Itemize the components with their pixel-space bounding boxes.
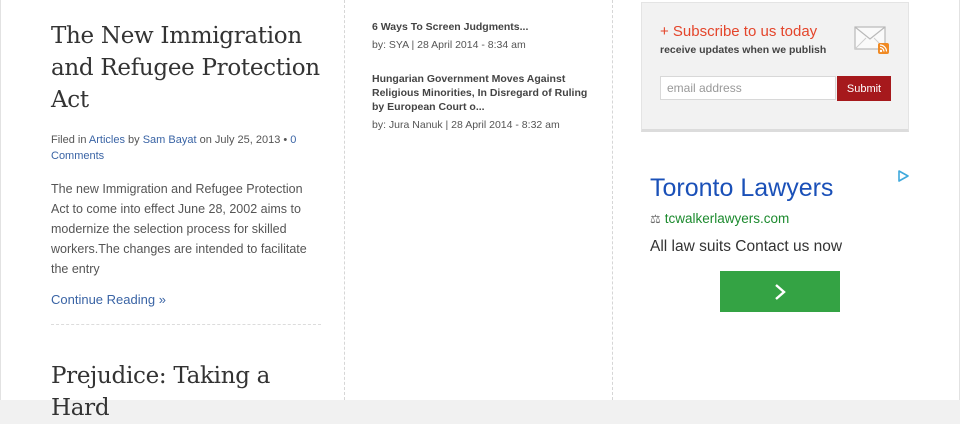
- meta-filed-in: Filed in: [51, 134, 89, 146]
- article-meta: Filed in Articles by Sam Bayat on July 2…: [51, 132, 321, 164]
- post-title-link[interactable]: 6 Ways To Screen Judgments...: [372, 20, 597, 34]
- author-link[interactable]: Sam Bayat: [143, 134, 197, 146]
- email-field[interactable]: [660, 76, 836, 100]
- page: The New Immigration and Refugee Protecti…: [0, 0, 960, 421]
- main-column: The New Immigration and Refugee Protecti…: [0, 0, 345, 421]
- ad-url[interactable]: ⚖ tcwalkerlawyers.com: [650, 211, 789, 226]
- recent-posts-column: 6 Ways To Screen Judgments... by: SYA | …: [345, 0, 613, 400]
- ad-description: All law suits Contact us now: [650, 238, 843, 255]
- article-title[interactable]: Prejudice: Taking a Hard: [51, 360, 321, 424]
- article-card: The New Immigration and Refugee Protecti…: [51, 20, 321, 307]
- subscribe-title: + Subscribe to us today: [660, 23, 818, 40]
- sidebar: + Subscribe to us today receive updates …: [613, 0, 960, 400]
- post-title-link[interactable]: Hungarian Government Moves Against Relig…: [372, 72, 597, 114]
- ad-choices-icon[interactable]: [897, 170, 909, 182]
- list-item: 6 Ways To Screen Judgments... by: SYA | …: [372, 20, 597, 51]
- list-item: Hungarian Government Moves Against Relig…: [372, 72, 597, 131]
- post-meta: by: Jura Nanuk | 28 April 2014 - 8:32 am: [372, 119, 560, 131]
- scales-icon: ⚖: [650, 212, 661, 226]
- subscribe-description: receive updates when we publish: [660, 44, 827, 56]
- chevron-right-icon: [775, 283, 786, 300]
- submit-button[interactable]: Submit: [837, 76, 891, 101]
- article-excerpt: The new Immigration and Refugee Protecti…: [51, 182, 307, 276]
- email-rss-icon: [854, 26, 889, 54]
- meta-by: by: [124, 134, 143, 146]
- ad-cta-button[interactable]: [720, 271, 840, 312]
- meta-date: on July 25, 2013 •: [196, 134, 291, 146]
- subscribe-box: + Subscribe to us today receive updates …: [641, 2, 909, 132]
- ad-url-text: tcwalkerlawyers.com: [664, 211, 790, 226]
- category-link[interactable]: Articles: [89, 134, 125, 146]
- continue-reading-link[interactable]: Continue Reading »: [51, 292, 321, 307]
- article-title[interactable]: The New Immigration and Refugee Protecti…: [51, 20, 321, 116]
- article-card: Prejudice: Taking a Hard: [51, 360, 321, 424]
- ad-title-link[interactable]: Toronto Lawyers: [650, 174, 833, 203]
- post-meta: by: SYA | 28 April 2014 - 8:34 am: [372, 39, 526, 51]
- article-divider: [51, 324, 321, 325]
